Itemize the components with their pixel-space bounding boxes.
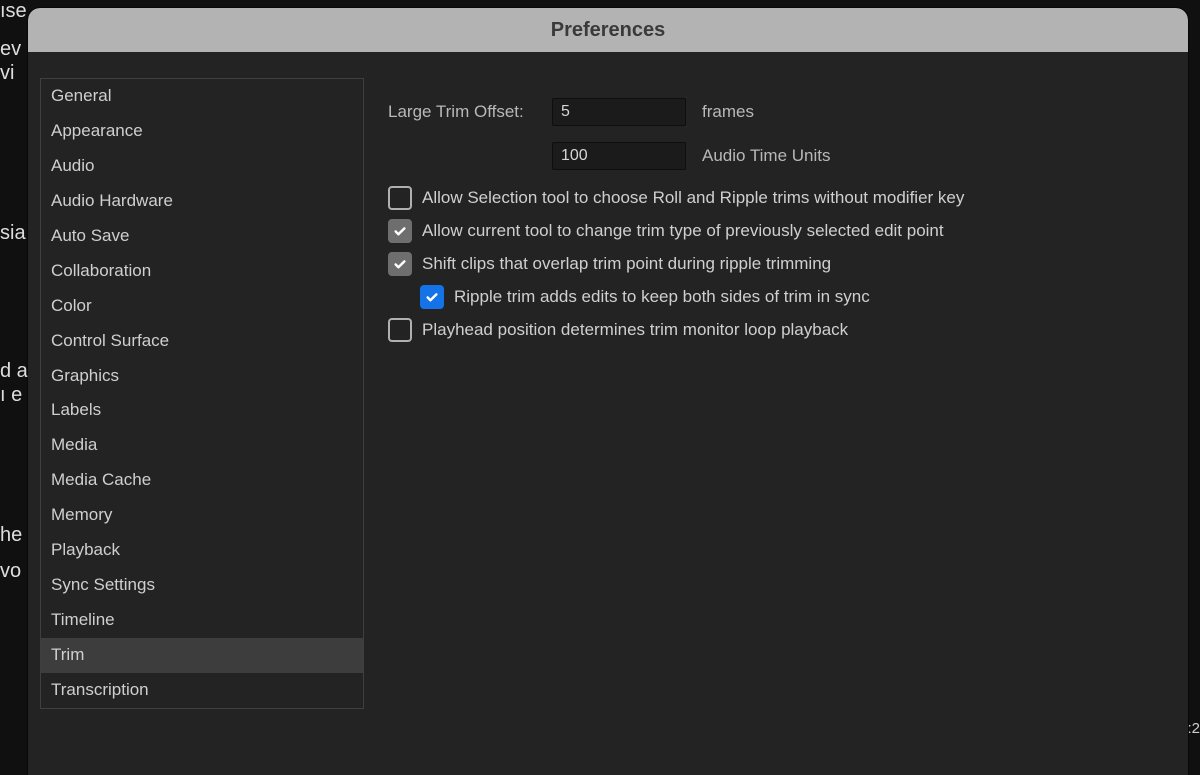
preferences-sidebar: GeneralAppearanceAudioAudio HardwareAuto… (40, 78, 364, 709)
bg-text: sia (0, 222, 26, 245)
dialog-title: Preferences (551, 19, 666, 42)
preferences-panel-trim: Large Trim Offset: frames Audio Time Uni… (364, 78, 1188, 709)
checkbox-label-2: Shift clips that overlap trim point duri… (422, 254, 831, 274)
checkbox-0[interactable] (388, 186, 412, 210)
sidebar-item-trim[interactable]: Trim (41, 638, 363, 673)
sidebar-item-labels[interactable]: Labels (41, 393, 363, 428)
bg-text: vo (0, 560, 21, 583)
sidebar-item-media[interactable]: Media (41, 428, 363, 463)
checkbox-3[interactable] (420, 285, 444, 309)
checkbox-label-1: Allow current tool to change trim type o… (422, 221, 944, 241)
large-trim-offset-label: Large Trim Offset: (388, 102, 536, 122)
sidebar-item-playback[interactable]: Playback (41, 533, 363, 568)
sidebar-item-sync-settings[interactable]: Sync Settings (41, 568, 363, 603)
sidebar-item-appearance[interactable]: Appearance (41, 114, 363, 149)
sidebar-item-audio[interactable]: Audio (41, 149, 363, 184)
sidebar-item-audio-hardware[interactable]: Audio Hardware (41, 184, 363, 219)
dialog-titlebar: Preferences (28, 8, 1188, 52)
frames-label: frames (702, 102, 754, 122)
bg-text: d a (0, 360, 28, 383)
checkbox-1[interactable] (388, 219, 412, 243)
sidebar-item-collaboration[interactable]: Collaboration (41, 254, 363, 289)
sidebar-item-transcription[interactable]: Transcription (41, 673, 363, 708)
checkbox-label-3: Ripple trim adds edits to keep both side… (454, 287, 870, 307)
audio-time-units-input[interactable] (552, 142, 686, 170)
bg-text: ı e (0, 384, 22, 407)
bg-text: vi (0, 62, 14, 85)
preferences-dialog: Preferences GeneralAppearanceAudioAudio … (28, 8, 1188, 775)
sidebar-item-timeline[interactable]: Timeline (41, 603, 363, 638)
checkbox-4[interactable] (388, 318, 412, 342)
bg-text: ev (0, 38, 21, 61)
sidebar-item-color[interactable]: Color (41, 289, 363, 324)
sidebar-item-graphics[interactable]: Graphics (41, 359, 363, 394)
checkbox-2[interactable] (388, 252, 412, 276)
sidebar-item-auto-save[interactable]: Auto Save (41, 219, 363, 254)
bg-text: he (0, 524, 22, 547)
sidebar-item-control-surface[interactable]: Control Surface (41, 324, 363, 359)
large-trim-offset-input[interactable] (552, 98, 686, 126)
checkbox-label-4: Playhead position determines trim monito… (422, 320, 848, 340)
sidebar-item-media-cache[interactable]: Media Cache (41, 463, 363, 498)
sidebar-item-general[interactable]: General (41, 79, 363, 114)
checkbox-label-0: Allow Selection tool to choose Roll and … (422, 188, 964, 208)
audio-time-units-label: Audio Time Units (702, 146, 831, 166)
bg-text: ıse (0, 0, 27, 23)
sidebar-item-memory[interactable]: Memory (41, 498, 363, 533)
